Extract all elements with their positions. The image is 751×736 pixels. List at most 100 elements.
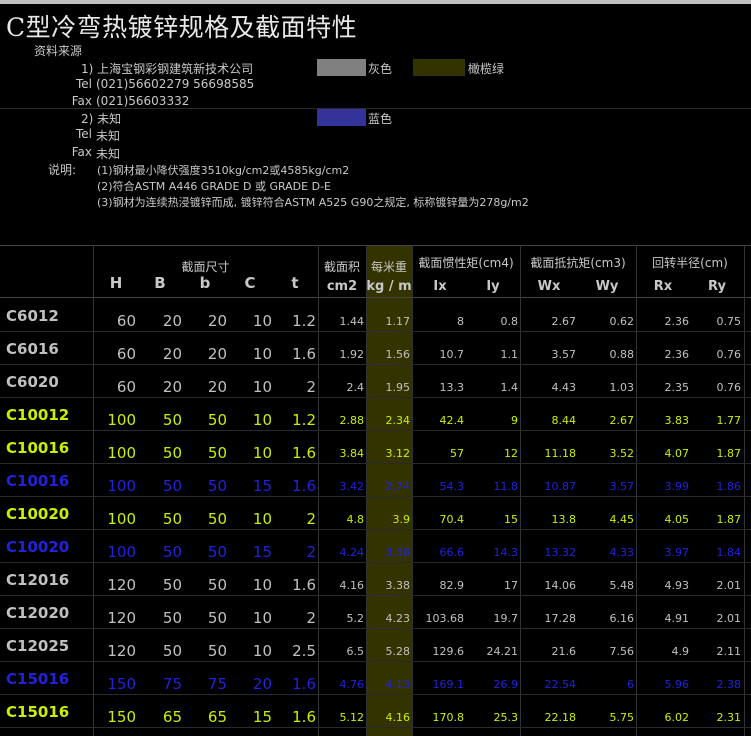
table-cell: 50 — [207, 411, 227, 429]
table-cell: 3.84 — [339, 447, 365, 460]
header-section-size: 截面尺寸 — [181, 260, 230, 274]
source1-tel-label: Tel — [75, 77, 92, 91]
row-model-3: C6020 — [6, 373, 59, 391]
table-cell: 3.9 — [392, 513, 411, 526]
table-cell: 20 — [162, 378, 182, 396]
table-cell: 60 — [116, 378, 136, 396]
table-cell: 1.2 — [292, 312, 316, 330]
table-cell: 6.16 — [609, 612, 635, 625]
table-cell: 4.24 — [339, 546, 365, 559]
table-cell: 2 — [306, 510, 316, 528]
table-cell: 10 — [252, 378, 272, 396]
table-cell: 10 — [252, 345, 272, 363]
table-cell: 1.2 — [292, 411, 316, 429]
column-header-7: kg / m — [366, 279, 412, 294]
table-cell: 20 — [162, 312, 182, 330]
table-cell: 60 — [116, 345, 136, 363]
column-header-12: Rx — [653, 279, 673, 294]
table-cell: 5.75 — [609, 711, 635, 724]
legend-gray-label: 灰色 — [368, 62, 393, 76]
source2-name: 2) 未知 — [81, 112, 122, 126]
table-cell: 24.21 — [486, 645, 519, 658]
table-cell: 129.6 — [432, 645, 465, 658]
table-cell: 13.3 — [439, 381, 465, 394]
table-cell: 5.96 — [664, 678, 690, 691]
table-cell: 54.3 — [439, 480, 465, 493]
table-cell: 100 — [107, 411, 136, 429]
row-separator — [0, 661, 751, 662]
table-cell: 120 — [107, 609, 136, 627]
column-header-6: cm2 — [326, 279, 358, 294]
table-cell: 2.01 — [716, 579, 742, 592]
table-cell: 120 — [107, 576, 136, 594]
table-cell: 3.52 — [609, 447, 635, 460]
column-header-9: Iy — [486, 279, 500, 294]
table-cell: 13.8 — [551, 513, 577, 526]
table-top-border — [0, 245, 751, 246]
table-cell: 2.01 — [716, 612, 742, 625]
table-cell: 1.87 — [716, 447, 742, 460]
row-model-2: C6016 — [6, 340, 59, 358]
table-cell: 50 — [162, 411, 182, 429]
table-cell: 15 — [252, 543, 272, 561]
table-cell: 1.4 — [500, 381, 519, 394]
table-cell: 10 — [252, 609, 272, 627]
table-cell: 10 — [252, 642, 272, 660]
table-cell: 2.67 — [551, 315, 577, 328]
table-cell: 25.3 — [493, 711, 519, 724]
table-cell: 7.56 — [609, 645, 635, 658]
table-cell: 10 — [252, 576, 272, 594]
table-cell: 0.62 — [609, 315, 635, 328]
table-cell: 50 — [162, 510, 182, 528]
table-cell: 4.16 — [339, 579, 365, 592]
table-cell: 3.38 — [385, 579, 411, 592]
table-cell: 2.88 — [339, 414, 365, 427]
table-cell: 3.12 — [385, 447, 411, 460]
grid-v — [744, 245, 745, 736]
source1-fax: (021)56603332 — [96, 94, 190, 108]
table-cell: 170.8 — [432, 711, 465, 724]
source2-tel: 未知 — [96, 129, 121, 143]
row-separator — [0, 694, 751, 695]
table-cell: 8.44 — [551, 414, 577, 427]
table-cell: 2.5 — [292, 642, 316, 660]
table-cell: 15 — [252, 708, 272, 726]
table-cell: 11.18 — [544, 447, 577, 460]
row-separator — [0, 562, 751, 563]
table-cell: 10 — [252, 411, 272, 429]
table-cell: 82.9 — [439, 579, 465, 592]
table-cell: 100 — [107, 543, 136, 561]
table-cell: 1.77 — [716, 414, 742, 427]
table-cell: 11.8 — [493, 480, 519, 493]
table-cell: 20 — [207, 378, 227, 396]
table-cell: 50 — [162, 576, 182, 594]
table-cell: 50 — [207, 510, 227, 528]
table-cell: 6 — [627, 678, 634, 691]
table-cell: 1.44 — [339, 315, 365, 328]
table-cell: 0.75 — [716, 315, 742, 328]
table-cell: 3.57 — [551, 348, 577, 361]
legend-gray-swatch — [317, 59, 366, 76]
table-cell: 3.99 — [664, 480, 690, 493]
table-cell: 14.3 — [493, 546, 519, 559]
table-cell: 75 — [162, 675, 182, 693]
row-model-12: C15016 — [6, 670, 70, 688]
table-cell: 2.4 — [346, 381, 365, 394]
header-separator — [0, 297, 751, 298]
table-cell: 1.1 — [500, 348, 519, 361]
column-header-4: C — [244, 274, 256, 292]
row-model-7: C10020 — [6, 505, 70, 523]
row-model-6: C10016 — [6, 472, 70, 490]
table-cell: 0.8 — [500, 315, 519, 328]
column-header-11: Wy — [595, 279, 619, 294]
table-cell: 3.97 — [664, 546, 690, 559]
table-cell: 10.87 — [544, 480, 577, 493]
table-cell: 103.68 — [425, 612, 465, 625]
table-cell: 21.6 — [551, 645, 577, 658]
table-cell: 65 — [162, 708, 182, 726]
table-cell: 3.38 — [385, 546, 411, 559]
table-cell: 20 — [207, 345, 227, 363]
table-cell: 70.4 — [439, 513, 465, 526]
table-cell: 1.92 — [339, 348, 365, 361]
row-model-11: C12025 — [6, 637, 70, 655]
